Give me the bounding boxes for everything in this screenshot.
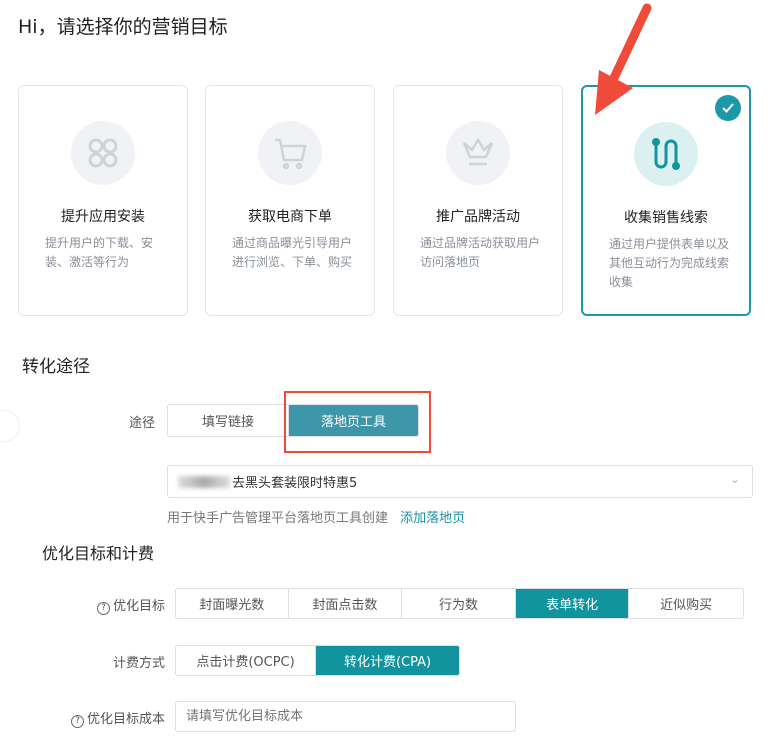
- billing-option-ocpc[interactable]: 点击计费(OCPC): [176, 646, 317, 675]
- card-title: 获取电商下单: [248, 209, 332, 225]
- app-grid-icon: [71, 121, 135, 185]
- billing-label: 计费方式: [112, 656, 165, 671]
- path-label: 途径: [128, 416, 155, 431]
- goal-card-brand[interactable]: 推广品牌活动 通过品牌活动获取用户访问落地页: [393, 85, 563, 316]
- goal-card-app-install[interactable]: 提升应用安装 提升用户的下载、安装、激活等行为: [18, 85, 188, 316]
- path-icon: [634, 122, 698, 186]
- card-desc: 通过品牌活动获取用户访问落地页: [420, 236, 541, 269]
- cost-label-text: 优化目标成本: [86, 712, 165, 727]
- landing-page-value: 去黑头套装限时特惠5: [232, 476, 358, 491]
- helper-label: 用于快手广告管理平台落地页工具创建: [167, 511, 389, 526]
- path-option-link[interactable]: 填写链接: [168, 405, 290, 436]
- cost-input[interactable]: [175, 701, 516, 732]
- goal-option[interactable]: 行为数: [402, 589, 516, 618]
- card-desc: 提升用户的下载、安装、激活等行为: [45, 236, 154, 269]
- goal-segmented: 封面曝光数 封面点击数 行为数 表单转化 近似购买: [175, 588, 744, 619]
- help-icon[interactable]: ?: [96, 602, 110, 615]
- billing-segmented: 点击计费(OCPC) 转化计费(CPA): [175, 645, 460, 676]
- cart-icon: [258, 121, 322, 185]
- card-title: 提升应用安装: [61, 209, 145, 225]
- redacted-blur: [178, 475, 230, 488]
- page-title: Hi，请选择你的营销目标: [18, 16, 228, 38]
- cost-label: ? 优化目标成本: [15, 708, 165, 728]
- helper-text: 用于快手广告管理平台落地页工具创建 添加落地页: [167, 507, 465, 526]
- card-desc: 通过商品曝光引导用户进行浏览、下单、购买: [232, 236, 353, 269]
- card-desc: 通过用户提供表单以及其他互动行为完成线索收集: [609, 237, 730, 289]
- goal-option[interactable]: 近似购买: [629, 589, 743, 618]
- goal-card-ecommerce[interactable]: 获取电商下单 通过商品曝光引导用户进行浏览、下单、购买: [205, 85, 375, 316]
- card-title: 收集销售线索: [624, 210, 708, 226]
- chevron-down-icon: ⌄: [729, 472, 740, 486]
- annotation-highlight-box: [284, 391, 431, 453]
- goal-label: ? 优化目标: [15, 595, 165, 615]
- goal-option-selected[interactable]: 表单转化: [515, 589, 630, 618]
- add-landing-page-link[interactable]: 添加落地页: [400, 511, 465, 526]
- optimize-heading: 优化目标和计费: [42, 544, 155, 563]
- goal-option[interactable]: 封面曝光数: [176, 589, 289, 618]
- check-icon: [715, 95, 741, 121]
- conversion-heading: 转化途径: [22, 357, 90, 377]
- annotation-arrow-icon: [595, 3, 652, 115]
- goal-option[interactable]: 封面点击数: [289, 589, 403, 618]
- help-icon[interactable]: ?: [70, 715, 84, 728]
- landing-page-select[interactable]: 去黑头套装限时特惠5 ⌄: [167, 465, 753, 498]
- crown-icon: [446, 121, 510, 185]
- billing-option-cpa[interactable]: 转化计费(CPA): [316, 646, 459, 675]
- card-title: 推广品牌活动: [436, 209, 520, 225]
- goal-label-text: 优化目标: [112, 599, 165, 614]
